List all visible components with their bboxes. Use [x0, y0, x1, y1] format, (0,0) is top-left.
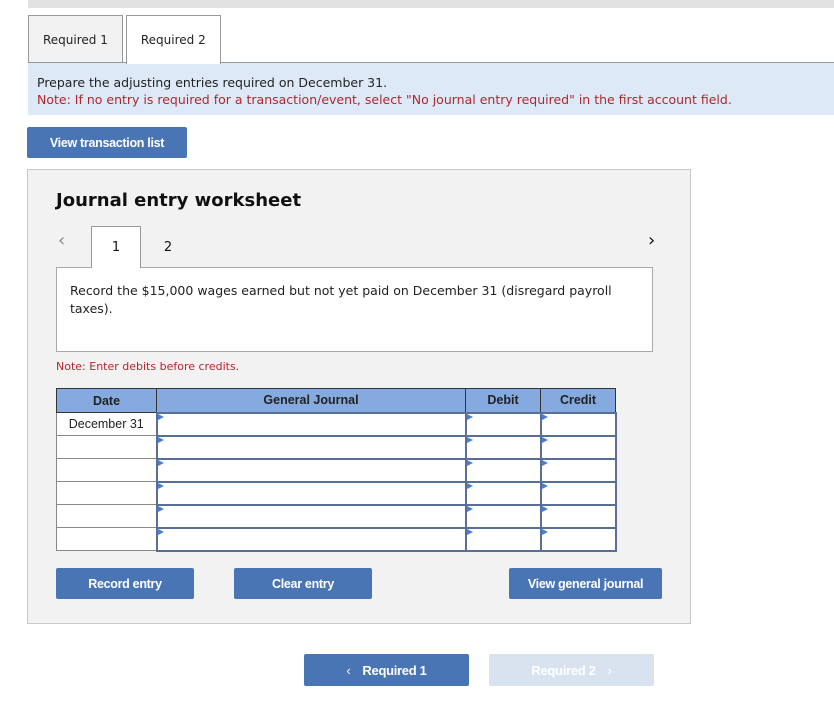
- debit-input[interactable]: [464, 434, 542, 460]
- debits-note: Note: Enter debits before credits.: [56, 360, 240, 373]
- next-required-button: Required 2 ›: [489, 654, 654, 686]
- date-cell[interactable]: December 31: [56, 412, 157, 436]
- view-general-journal-button[interactable]: View general journal: [509, 568, 662, 599]
- column-header-general-journal: General Journal: [156, 388, 466, 413]
- column-header-date: Date: [56, 388, 157, 413]
- credit-input[interactable]: [539, 457, 617, 483]
- table-row: [56, 503, 617, 529]
- worksheet-title: Journal entry worksheet: [56, 190, 302, 211]
- credit-input[interactable]: [539, 480, 617, 506]
- debit-input[interactable]: [464, 526, 542, 552]
- table-row: [56, 457, 617, 483]
- page-tab-2[interactable]: 2: [143, 226, 193, 268]
- clear-entry-button[interactable]: Clear entry: [234, 568, 372, 599]
- view-transaction-list-button[interactable]: View transaction list: [27, 127, 187, 158]
- debit-input[interactable]: [464, 503, 542, 529]
- account-input[interactable]: [155, 480, 467, 506]
- date-cell[interactable]: [56, 481, 157, 505]
- journal-table: Date General Journal Debit Credit Decemb…: [56, 388, 617, 552]
- account-input[interactable]: [155, 434, 467, 460]
- table-header-row: Date General Journal Debit Credit: [56, 388, 616, 413]
- transaction-description: Record the $15,000 wages earned but not …: [56, 267, 653, 352]
- chevron-left-icon[interactable]: ‹: [58, 230, 65, 251]
- credit-input[interactable]: [539, 503, 617, 529]
- column-header-credit: Credit: [540, 388, 616, 413]
- date-cell[interactable]: [56, 435, 157, 459]
- account-input[interactable]: [155, 526, 467, 552]
- page-tab-1[interactable]: 1: [91, 226, 141, 268]
- debit-input[interactable]: [464, 411, 542, 437]
- instructions-note: Note: If no entry is required for a tran…: [37, 92, 732, 107]
- account-input[interactable]: [155, 503, 467, 529]
- requirement-tabs: Required 1 Required 2: [28, 15, 221, 64]
- instructions-text: Prepare the adjusting entries required o…: [37, 75, 388, 90]
- tab-required-2[interactable]: Required 2: [125, 15, 221, 64]
- account-input[interactable]: [155, 457, 467, 483]
- account-input[interactable]: [155, 411, 467, 437]
- date-cell[interactable]: [56, 458, 157, 482]
- date-cell[interactable]: [56, 504, 157, 528]
- chevron-right-icon: ›: [607, 662, 612, 678]
- table-row: [56, 526, 617, 552]
- record-entry-button[interactable]: Record entry: [56, 568, 194, 599]
- next-required-label: Required 2: [531, 662, 596, 678]
- credit-input[interactable]: [539, 526, 617, 552]
- prev-required-button[interactable]: ‹ Required 1: [304, 654, 469, 686]
- tab-required-1[interactable]: Required 1: [28, 15, 123, 63]
- top-bar: [28, 0, 834, 8]
- debit-input[interactable]: [464, 457, 542, 483]
- credit-input[interactable]: [539, 411, 617, 437]
- credit-input[interactable]: [539, 434, 617, 460]
- debit-input[interactable]: [464, 480, 542, 506]
- table-row: December 31: [56, 411, 617, 437]
- prev-required-label: Required 1: [362, 662, 427, 678]
- journal-entry-worksheet-panel: Journal entry worksheet ‹ 1 2 › Record t…: [27, 169, 691, 624]
- column-header-debit: Debit: [465, 388, 541, 413]
- chevron-left-icon: ‹: [346, 662, 351, 678]
- table-row: [56, 434, 617, 460]
- instructions-box: Prepare the adjusting entries required o…: [28, 62, 834, 115]
- chevron-right-icon[interactable]: ›: [648, 230, 655, 251]
- table-row: [56, 480, 617, 506]
- date-cell[interactable]: [56, 527, 157, 551]
